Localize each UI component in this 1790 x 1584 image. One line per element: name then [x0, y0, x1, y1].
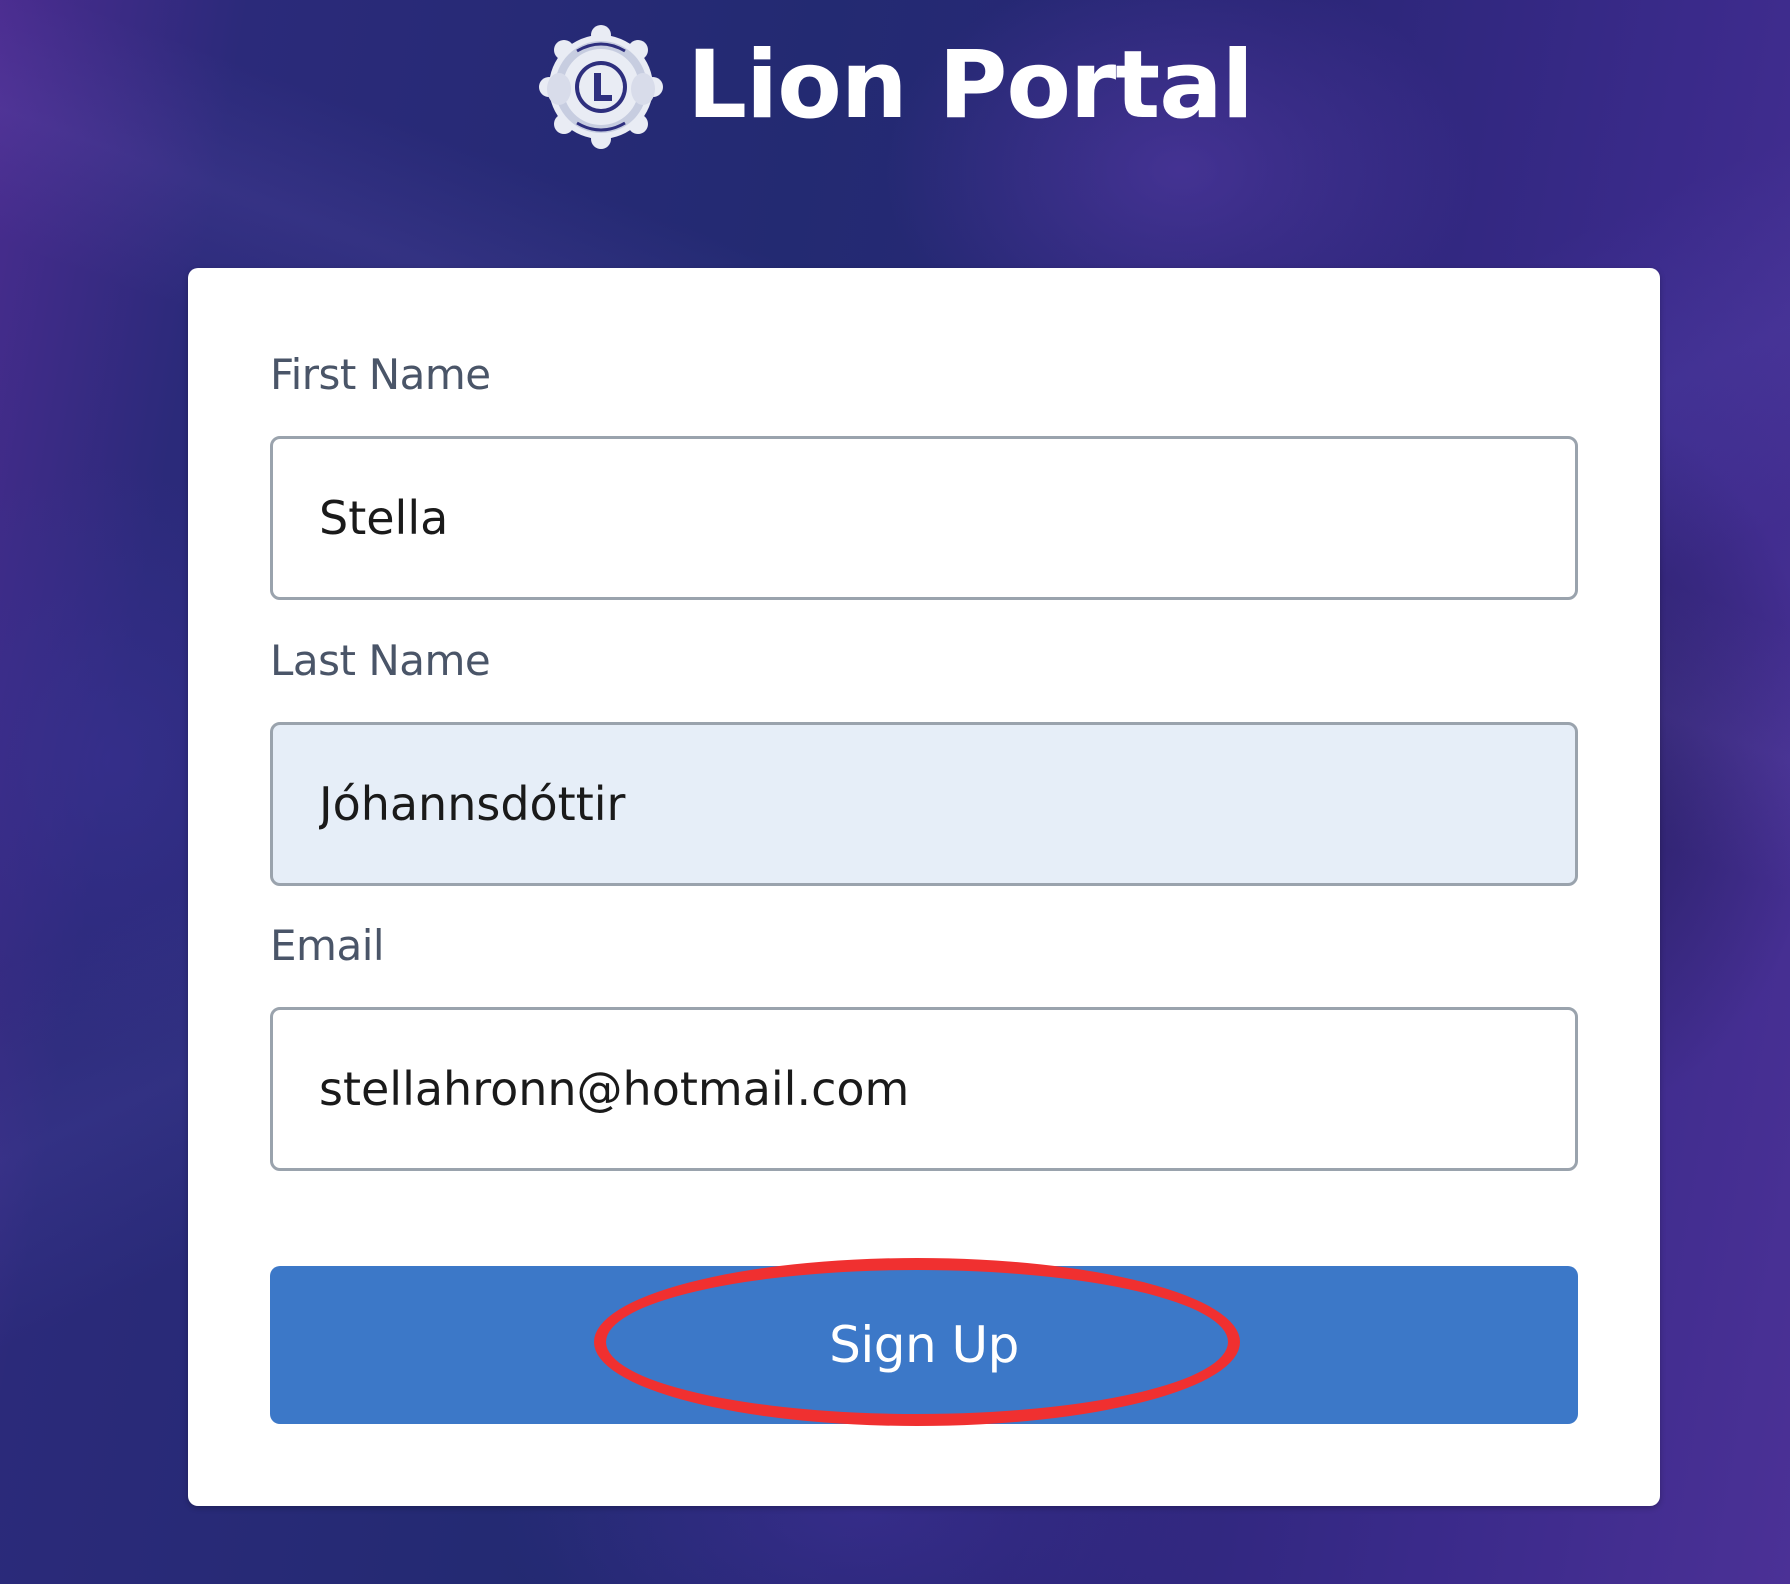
portal-title: Lion Portal	[687, 31, 1254, 140]
first-name-label: First Name	[270, 350, 491, 399]
signup-card: First Name Last Name Email Sign Up	[188, 268, 1660, 1506]
lions-emblem-icon	[539, 25, 664, 149]
last-name-field[interactable]	[270, 722, 1578, 886]
first-name-field[interactable]	[270, 436, 1578, 600]
signup-button[interactable]: Sign Up	[270, 1266, 1578, 1424]
email-label: Email	[270, 921, 385, 970]
last-name-label: Last Name	[270, 636, 491, 685]
email-field[interactable]	[270, 1007, 1578, 1171]
portal-header: Lion Portal	[0, 22, 1790, 152]
